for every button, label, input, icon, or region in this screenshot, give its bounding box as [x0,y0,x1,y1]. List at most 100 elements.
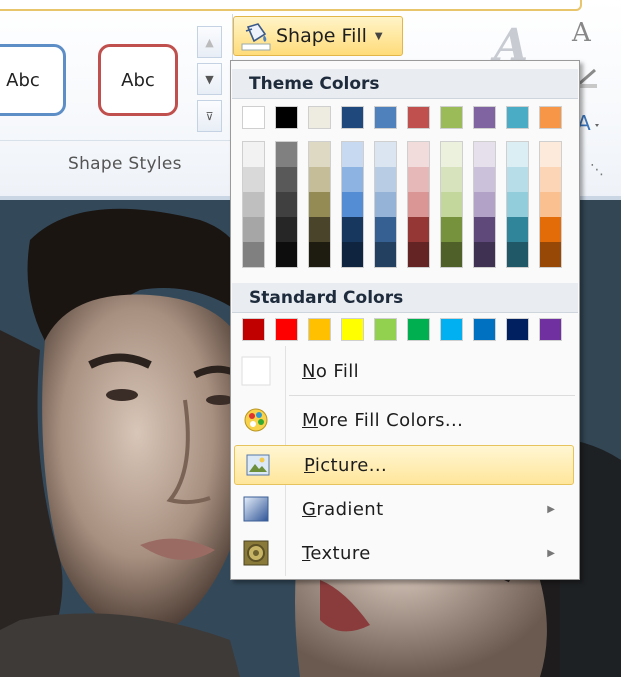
standard-color-swatch[interactable] [473,318,496,341]
theme-shade-swatch[interactable] [375,142,396,167]
shape-fill-button[interactable]: Shape Fill ▼ [233,16,403,56]
theme-shade-swatch[interactable] [408,192,429,217]
theme-shade-swatch[interactable] [441,192,462,217]
theme-shade-swatch[interactable] [474,242,495,267]
theme-color-swatch[interactable] [440,106,463,129]
theme-shade-swatch[interactable] [540,142,561,167]
no-fill-menu-item[interactable]: No Fill [233,351,577,391]
theme-shade-swatch[interactable] [408,167,429,192]
shape-fill-dropdown-menu: Theme Colors Standard Colors No Fill Mor… [230,60,580,580]
theme-shade-swatch[interactable] [474,167,495,192]
shape-fill-label: Shape Fill [276,25,367,47]
theme-shade-swatch[interactable] [507,192,528,217]
theme-shade-swatch[interactable] [408,242,429,267]
theme-shade-swatch[interactable] [309,217,330,242]
standard-color-swatch[interactable] [440,318,463,341]
theme-shade-swatch[interactable] [342,167,363,192]
theme-colors-header: Theme Colors [232,69,578,99]
theme-shade-swatch[interactable] [474,192,495,217]
more-fill-colors-menu-item[interactable]: More Fill Colors... [233,400,577,440]
theme-shade-swatch[interactable] [342,217,363,242]
theme-color-swatch[interactable] [539,106,562,129]
shape-style-thumb-label: Abc [6,69,40,91]
picture-label: Picture... [304,454,388,476]
theme-shade-swatch[interactable] [276,217,297,242]
theme-shade-column [275,141,298,268]
standard-color-swatch[interactable] [374,318,397,341]
gallery-scroll-down-button[interactable]: ▼ [197,63,222,95]
gallery-more-button[interactable]: ⊽ [197,100,222,132]
theme-shade-swatch[interactable] [375,217,396,242]
standard-color-swatch[interactable] [275,318,298,341]
theme-shade-swatch[interactable] [441,167,462,192]
texture-icon [241,538,271,568]
texture-menu-item[interactable]: Texture ▶ [233,533,577,573]
theme-shade-swatch[interactable] [441,217,462,242]
standard-color-swatch[interactable] [341,318,364,341]
style-gallery-scroller: ▲ ▼ ⊽ [197,26,224,134]
theme-color-swatch[interactable] [242,106,265,129]
picture-icon [243,450,273,480]
theme-shade-swatch[interactable] [507,167,528,192]
theme-shade-swatch[interactable] [309,192,330,217]
theme-shade-swatch[interactable] [441,242,462,267]
theme-color-swatch[interactable] [407,106,430,129]
theme-color-swatch[interactable] [473,106,496,129]
theme-shade-swatch[interactable] [408,217,429,242]
group-label-shape-styles: Shape Styles [68,154,182,174]
theme-shade-swatch[interactable] [507,217,528,242]
theme-shade-swatch[interactable] [342,242,363,267]
group-separator [0,140,232,141]
theme-shade-swatch[interactable] [540,167,561,192]
gradient-menu-item[interactable]: Gradient ▶ [233,489,577,529]
theme-color-swatch[interactable] [275,106,298,129]
dropdown-caret-icon: ▼ [374,30,383,42]
standard-colors-header: Standard Colors [232,283,578,313]
theme-shade-swatch[interactable] [309,167,330,192]
theme-shade-swatch[interactable] [342,192,363,217]
theme-shade-swatch[interactable] [375,167,396,192]
theme-shade-swatch[interactable] [309,142,330,167]
standard-color-swatch[interactable] [242,318,265,341]
theme-shade-swatch[interactable] [375,242,396,267]
theme-shade-swatch[interactable] [474,142,495,167]
standard-color-swatch[interactable] [407,318,430,341]
picture-menu-item[interactable]: Picture... [234,445,574,485]
theme-color-swatch[interactable] [374,106,397,129]
theme-color-swatch[interactable] [341,106,364,129]
theme-shade-swatch[interactable] [375,192,396,217]
theme-shade-swatch[interactable] [342,142,363,167]
gradient-icon [241,494,271,524]
standard-color-swatch[interactable] [539,318,562,341]
theme-shade-column [341,141,364,268]
theme-shade-swatch[interactable] [276,242,297,267]
theme-color-swatch[interactable] [308,106,331,129]
text-fill-icon[interactable]: A [572,18,591,48]
theme-shade-swatch[interactable] [507,142,528,167]
standard-color-swatch[interactable] [506,318,529,341]
theme-shade-swatch[interactable] [309,242,330,267]
theme-shade-swatch[interactable] [276,142,297,167]
theme-shade-swatch[interactable] [276,167,297,192]
theme-shade-swatch[interactable] [276,192,297,217]
shape-style-thumb-blue[interactable]: Abc [0,44,66,116]
theme-shade-swatch[interactable] [243,242,264,267]
theme-shade-swatch[interactable] [540,217,561,242]
theme-shade-swatch[interactable] [243,142,264,167]
theme-shade-swatch[interactable] [540,192,561,217]
theme-shade-swatch[interactable] [540,242,561,267]
group-dialog-launcher-icon[interactable]: ⋱ [590,162,604,178]
theme-shade-column [308,141,331,268]
theme-shade-swatch[interactable] [441,142,462,167]
more-fill-colors-label: More Fill Colors... [302,409,464,431]
gallery-scroll-up-button[interactable]: ▲ [197,26,222,58]
theme-shade-swatch[interactable] [408,142,429,167]
theme-shade-swatch[interactable] [474,217,495,242]
theme-color-swatch[interactable] [506,106,529,129]
theme-shade-swatch[interactable] [243,192,264,217]
theme-shade-swatch[interactable] [507,242,528,267]
standard-color-swatch[interactable] [308,318,331,341]
theme-shade-swatch[interactable] [243,167,264,192]
shape-style-thumb-red[interactable]: Abc [98,44,178,116]
theme-shade-swatch[interactable] [243,217,264,242]
